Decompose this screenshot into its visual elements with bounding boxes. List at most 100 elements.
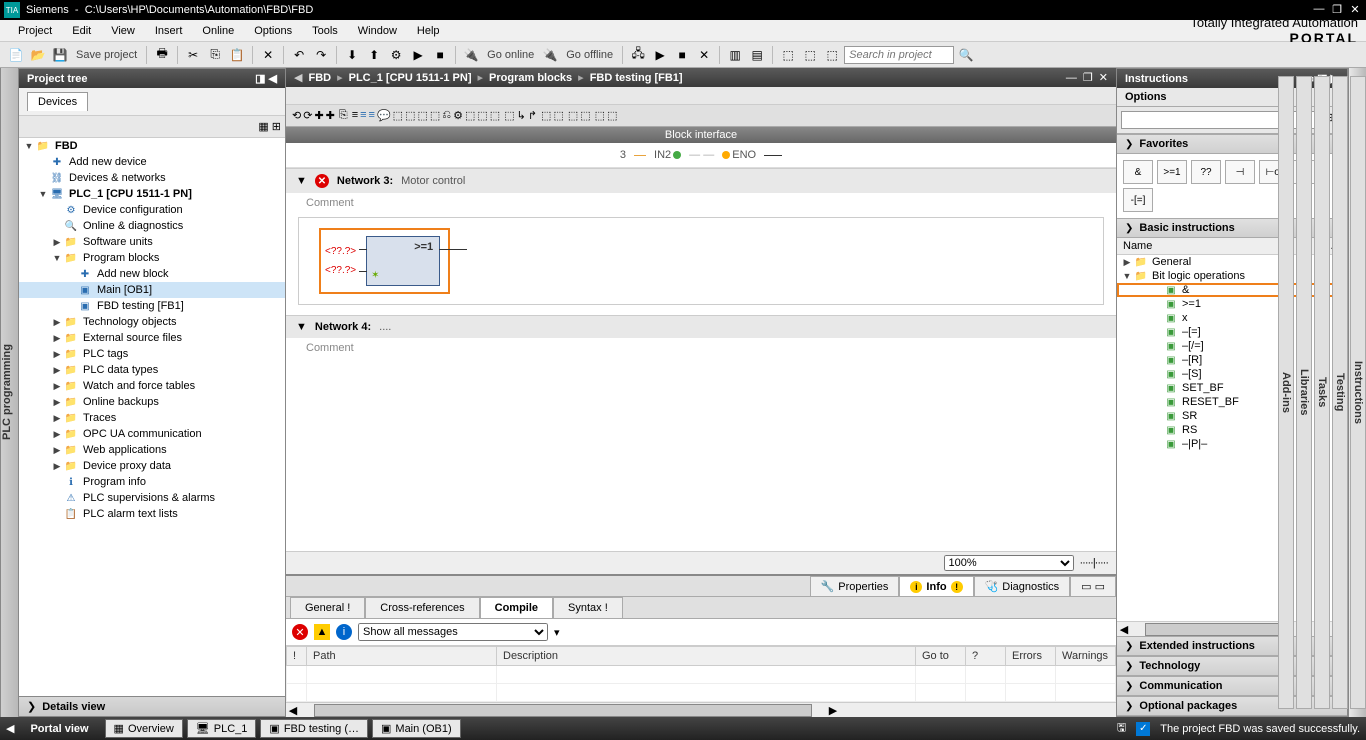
network-comment[interactable]: Comment — [286, 338, 1116, 358]
print-icon[interactable]: 🖶 — [152, 45, 172, 65]
crumb-2[interactable]: Program blocks — [489, 72, 572, 84]
portal-view-arrow-icon[interactable]: ◀ — [6, 722, 14, 735]
portal-view-button[interactable]: Portal view — [24, 723, 94, 735]
favorite-item[interactable]: >=1 — [1157, 160, 1187, 184]
favorite-item[interactable]: & — [1123, 160, 1153, 184]
split-h-icon[interactable]: ▥ — [725, 45, 745, 65]
ed-icon[interactable]: ⟲ — [292, 109, 301, 122]
block-interface-bar[interactable]: Block interface — [286, 127, 1116, 143]
menu-help[interactable]: Help — [407, 23, 450, 39]
tree-item[interactable]: ▶📁PLC tags — [19, 346, 285, 362]
ed-icon[interactable]: ⬚ — [504, 109, 514, 122]
instruction-item[interactable]: ▣–|P|– — [1117, 437, 1347, 451]
tree-item[interactable]: ▶📁OPC UA communication — [19, 426, 285, 442]
fbd-or-block[interactable]: >=1 ✶ — [366, 236, 440, 286]
favorite-item[interactable]: ?? — [1191, 160, 1221, 184]
tree-item[interactable]: ▶📁Device proxy data — [19, 458, 285, 474]
tool-icon-1[interactable]: ⬚ — [778, 45, 798, 65]
subtab-compile[interactable]: Compile — [480, 597, 553, 618]
menu-view[interactable]: View — [101, 23, 145, 39]
ed-icon[interactable]: ⬚ — [595, 109, 605, 122]
download-icon[interactable]: ⬇ — [342, 45, 362, 65]
cross-ref-icon[interactable]: ✕ — [694, 45, 714, 65]
zoom-select[interactable]: 100% — [944, 555, 1074, 571]
fbd-input-2[interactable]: <??.?> — [325, 265, 356, 276]
tree-item[interactable]: ▣FBD testing [FB1] — [19, 298, 285, 314]
menu-options[interactable]: Options — [244, 23, 302, 39]
ed-icon[interactable]: ⬚ — [465, 109, 475, 122]
menu-insert[interactable]: Insert — [145, 23, 193, 39]
tree-item[interactable]: ▶📁Web applications — [19, 442, 285, 458]
tree-item[interactable]: ▶📁Software units — [19, 234, 285, 250]
add-input-icon[interactable]: ✶ — [371, 270, 379, 281]
crumb-3[interactable]: FBD testing [FB1] — [590, 72, 683, 84]
ed-icon[interactable]: ↳ — [517, 109, 526, 122]
tree-item[interactable]: 📋PLC alarm text lists — [19, 506, 285, 522]
ed-icon[interactable]: ↱ — [528, 109, 537, 122]
instruction-item[interactable]: ▼📁Bit logic operations — [1117, 269, 1347, 283]
menu-project[interactable]: Project — [8, 23, 62, 39]
search-input[interactable] — [844, 46, 954, 64]
status-tab[interactable]: ▣FBD testing (… — [260, 719, 368, 738]
ed-icon[interactable]: ≡ — [360, 109, 366, 122]
split-v-icon[interactable]: ▤ — [747, 45, 767, 65]
instruction-item[interactable]: ▣–[R] — [1117, 353, 1347, 367]
instruction-item[interactable]: ▣>=1 — [1117, 297, 1347, 311]
tree-item[interactable]: ✚Add new block — [19, 266, 285, 282]
favorite-item[interactable]: -[=] — [1123, 188, 1153, 212]
tree-item[interactable]: ▼🖥PLC_1 [CPU 1511-1 PN] — [19, 186, 285, 202]
go-offline-button[interactable]: Go offline — [562, 49, 617, 61]
subtab-crossref[interactable]: Cross-references — [365, 597, 479, 618]
accessible-devices-icon[interactable]: 🖧 — [628, 45, 648, 65]
compile-icon[interactable]: ⚙ — [386, 45, 406, 65]
tree-view-icon[interactable]: ▦ — [258, 120, 268, 133]
ed-icon[interactable]: ⬚ — [430, 109, 440, 122]
stop-cpu-icon[interactable]: ■ — [672, 45, 692, 65]
network-desc[interactable]: .... — [379, 321, 391, 333]
instruction-item[interactable]: ▣–[=] — [1117, 325, 1347, 339]
ed-icon[interactable]: ⚙ — [453, 109, 463, 122]
tool-icon-3[interactable]: ⬚ — [822, 45, 842, 65]
status-tab[interactable]: ▦Overview — [105, 719, 183, 738]
technology-section[interactable]: ❯Technology — [1117, 656, 1347, 676]
cut-icon[interactable]: ✂ — [183, 45, 203, 65]
ed-icon[interactable]: ⬚ — [607, 109, 617, 122]
tree-item[interactable]: ▶📁PLC data types — [19, 362, 285, 378]
instruction-item[interactable]: ▣–[/=] — [1117, 339, 1347, 353]
tree-item[interactable]: ▶📁External source files — [19, 330, 285, 346]
instruction-item[interactable]: ▣SR — [1117, 409, 1347, 423]
ed-icon[interactable]: ⟳ — [303, 109, 312, 122]
tree-item[interactable]: ▶📁Watch and force tables — [19, 378, 285, 394]
warn-filter-icon[interactable]: ▲ — [314, 624, 330, 640]
fbd-input-1[interactable]: <??.?> — [325, 246, 356, 257]
tab-diagnostics[interactable]: 🩺Diagnostics — [974, 576, 1071, 596]
project-tree-body[interactable]: ▼📁FBD✚Add new device⛓Devices & networks▼… — [19, 138, 285, 696]
menu-tools[interactable]: Tools — [302, 23, 348, 39]
collapse-network-icon[interactable]: ▼ — [296, 175, 307, 187]
tree-item[interactable]: ▼📁Program blocks — [19, 250, 285, 266]
tree-item[interactable]: 🔍Online & diagnostics — [19, 218, 285, 234]
instruction-item[interactable]: ▣RESET_BF — [1117, 395, 1347, 409]
tab-info[interactable]: iInfo! — [899, 576, 973, 596]
subtab-syntax[interactable]: Syntax ! — [553, 597, 623, 618]
favorite-item[interactable]: ⊣ — [1225, 160, 1255, 184]
status-tab[interactable]: 🖥PLC_1 — [187, 719, 257, 738]
tree-item[interactable]: ⚠PLC supervisions & alarms — [19, 490, 285, 506]
communication-section[interactable]: ❯Communication — [1117, 676, 1347, 696]
menu-online[interactable]: Online — [192, 23, 244, 39]
ed-icon[interactable]: ⬚ — [393, 109, 403, 122]
open-project-icon[interactable]: 📂 — [28, 45, 48, 65]
start-cpu-icon[interactable]: ▶ — [650, 45, 670, 65]
ed-icon[interactable]: ✚ — [314, 109, 323, 122]
ed-icon[interactable]: ≡ — [352, 109, 358, 122]
inspector-hscroll[interactable]: ◀▶ — [286, 702, 1116, 717]
ed-icon[interactable]: ⎘ — [339, 109, 348, 122]
devices-tab[interactable]: Devices — [27, 92, 88, 111]
tree-item[interactable]: ▶📁Online backups — [19, 394, 285, 410]
left-vertical-tab[interactable]: PLC programming — [0, 68, 18, 717]
ed-icon[interactable]: ⬚ — [541, 109, 551, 122]
collapse-icon[interactable]: ◨ — [255, 72, 265, 85]
menu-edit[interactable]: Edit — [62, 23, 101, 39]
nav-back-icon[interactable]: ◀ — [294, 71, 302, 84]
ed-icon[interactable]: ⬚ — [477, 109, 487, 122]
